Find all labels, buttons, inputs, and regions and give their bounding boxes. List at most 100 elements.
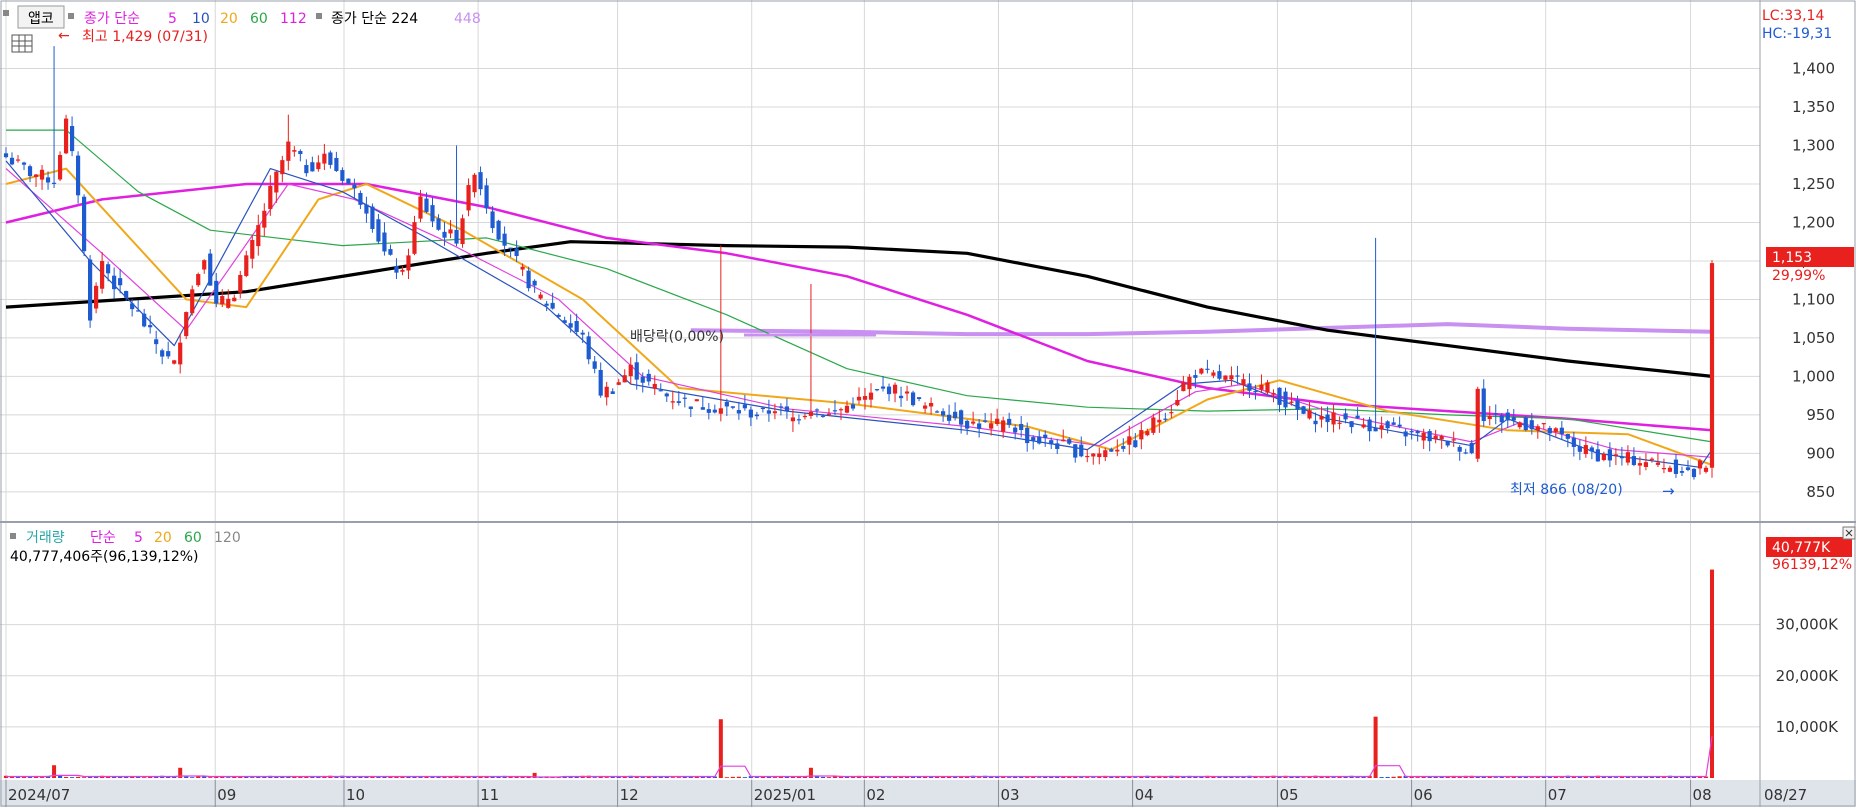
candle-body [136, 310, 141, 312]
candle-body [1451, 439, 1456, 441]
candle-body [1559, 427, 1564, 435]
grid-icon[interactable] [11, 34, 33, 53]
volume-bar [826, 777, 832, 778]
candle-body [694, 399, 699, 402]
legend-square-icon [3, 10, 9, 16]
volume-bar [1385, 776, 1390, 778]
candle-body [646, 373, 651, 382]
candle-body [778, 406, 784, 408]
candle-body [742, 404, 747, 409]
candle-body [1589, 447, 1594, 452]
date-tick-label: 08/27 [1764, 786, 1807, 804]
candle-body [400, 269, 405, 272]
candle-body [544, 303, 549, 306]
candle-body [1043, 434, 1048, 438]
price-ma-title: 종가 단순 [84, 11, 140, 27]
candle-body [1157, 419, 1162, 423]
volume-bar [1415, 777, 1420, 778]
candle-body [995, 418, 1000, 425]
candle-body [376, 219, 381, 242]
candle-body [1601, 454, 1606, 461]
candle-body [1367, 419, 1372, 432]
candle-body [244, 255, 249, 276]
candle-body [1469, 443, 1474, 454]
candle-body [202, 260, 207, 270]
vol-ma-period-120: 120 [214, 530, 241, 546]
candle-body [688, 406, 693, 409]
candle-body [736, 410, 741, 414]
candle-body [802, 415, 808, 418]
date-tick-label: 02 [866, 786, 885, 804]
volume-bar [724, 777, 729, 778]
candle-body [1271, 392, 1276, 395]
candle-body [292, 150, 297, 152]
volume-bar [592, 777, 597, 778]
candle-body [1487, 416, 1492, 420]
candle-body [1631, 456, 1637, 465]
lc-value: LC:33,14 [1762, 8, 1824, 24]
candle-body [1481, 388, 1486, 422]
candle-body [490, 211, 495, 229]
candle-body [904, 391, 910, 394]
candle-body [916, 397, 922, 399]
candle-body [1229, 375, 1234, 380]
volume-bar [568, 777, 573, 778]
candle-body [1637, 463, 1643, 466]
candle-body [1295, 400, 1300, 410]
volume-bar [754, 777, 759, 778]
candle-body [334, 157, 339, 172]
candle-body [1211, 372, 1216, 376]
candle-body [700, 407, 705, 410]
close-panel-icon[interactable] [1842, 526, 1856, 540]
candle-body [388, 249, 393, 255]
candle-body [220, 296, 225, 305]
candle-body [1073, 444, 1078, 458]
candle-body [1685, 467, 1691, 470]
volume-bar [892, 776, 898, 778]
candle-body [1649, 458, 1655, 460]
candle-body [550, 302, 555, 309]
candle-body [1103, 450, 1108, 458]
candle-body [1259, 384, 1264, 390]
candle-body [322, 153, 327, 164]
volume-bar [640, 777, 645, 778]
volume-bar [1493, 777, 1498, 778]
candle-body [1427, 431, 1432, 442]
volume-value: 40,777,406주(96,139,12%) [10, 549, 199, 565]
dividend-label: 배당락(0,00%) [630, 329, 724, 345]
candle-body [748, 409, 753, 418]
volume-bar [1007, 777, 1012, 778]
candle-body [448, 229, 453, 234]
candle-body [652, 383, 657, 389]
volume-bar [1505, 777, 1510, 778]
candle-body [346, 178, 351, 184]
candle-body [1253, 390, 1258, 393]
candle-body [1679, 471, 1685, 473]
candle-body [1421, 432, 1426, 441]
candle-body [1217, 371, 1222, 379]
volume-bar [208, 777, 213, 778]
candle-body [658, 390, 663, 392]
date-axis-panel [0, 780, 1856, 807]
candle-body [412, 222, 417, 254]
candle-body [1025, 427, 1030, 444]
candle-body [1535, 426, 1540, 431]
candle-body [1445, 440, 1450, 446]
candle-body [33, 174, 39, 177]
volume-bar [977, 777, 982, 778]
candle-body [1361, 424, 1366, 428]
price-tick-label: 1,100 [1792, 290, 1835, 308]
volume-bar [1085, 777, 1090, 778]
volume-ma-title: 단순 [90, 530, 116, 546]
candle-body [664, 393, 669, 397]
high-arrow-icon: ← [58, 28, 70, 44]
candle-body [820, 415, 826, 417]
candle-body [604, 386, 609, 398]
candle-body [868, 392, 874, 400]
candle-body [45, 177, 51, 183]
price-axis-panel [1760, 0, 1856, 807]
candle-body [922, 405, 928, 409]
candle-body [382, 232, 387, 252]
candle-body [454, 229, 459, 244]
candle-body [238, 274, 243, 293]
